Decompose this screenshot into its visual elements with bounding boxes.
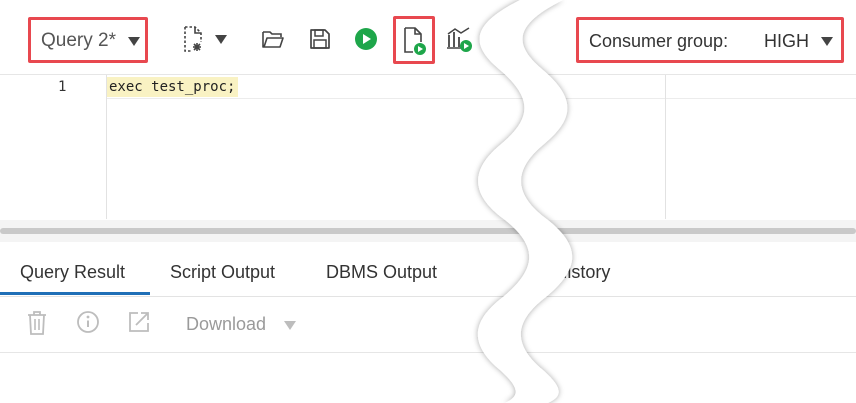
query-tab-selector[interactable]: Query 2* xyxy=(28,17,148,63)
horizontal-scrollbar[interactable] xyxy=(0,220,856,242)
run-script-button[interactable] xyxy=(393,16,435,64)
trash-icon[interactable] xyxy=(26,310,48,341)
consumer-group-value: HIGH xyxy=(764,31,809,51)
new-file-icon[interactable] xyxy=(178,24,208,54)
run-script-icon xyxy=(401,25,429,57)
results-toolbar: Download xyxy=(0,296,856,353)
chevron-down-icon xyxy=(128,37,140,46)
output-tabs: Query Result Script Output DBMS Output L… xyxy=(0,248,856,297)
query-tab-label: Query 2* xyxy=(41,30,116,51)
tab-sql-history[interactable]: L History xyxy=(540,262,610,283)
truncated-toolbar-icon xyxy=(492,30,496,46)
consumer-group-label: Consumer group: xyxy=(589,31,729,51)
consumer-group-selector[interactable]: Consumer group: HIGH xyxy=(576,17,844,63)
code-line[interactable]: exec test_proc; xyxy=(107,77,239,97)
save-icon[interactable] xyxy=(306,25,334,53)
chevron-down-icon xyxy=(821,37,833,46)
open-external-icon[interactable] xyxy=(127,310,151,339)
scrollbar-thumb[interactable] xyxy=(0,228,856,234)
editor-divider xyxy=(665,75,666,219)
download-button[interactable]: Download xyxy=(186,314,266,335)
worksheet-toolbar: Query 2* Consumer group: HIGH xyxy=(0,0,856,74)
tab-dbms-output[interactable]: DBMS Output xyxy=(326,262,437,283)
line-number: 1 xyxy=(58,79,67,95)
line-number-gutter: 1 xyxy=(0,75,107,219)
sql-editor[interactable]: 1 exec test_proc; xyxy=(0,74,856,221)
folder-open-icon[interactable] xyxy=(259,25,287,53)
info-icon[interactable] xyxy=(76,310,100,339)
active-tab-indicator xyxy=(0,292,150,295)
tab-script-output[interactable]: Script Output xyxy=(170,262,275,283)
download-chevron-icon[interactable] xyxy=(284,321,296,330)
new-menu-chevron-icon[interactable] xyxy=(215,35,227,44)
tab-query-result[interactable]: Query Result xyxy=(20,262,125,283)
explain-plan-icon[interactable] xyxy=(445,24,475,54)
run-statement-icon[interactable] xyxy=(352,25,380,53)
